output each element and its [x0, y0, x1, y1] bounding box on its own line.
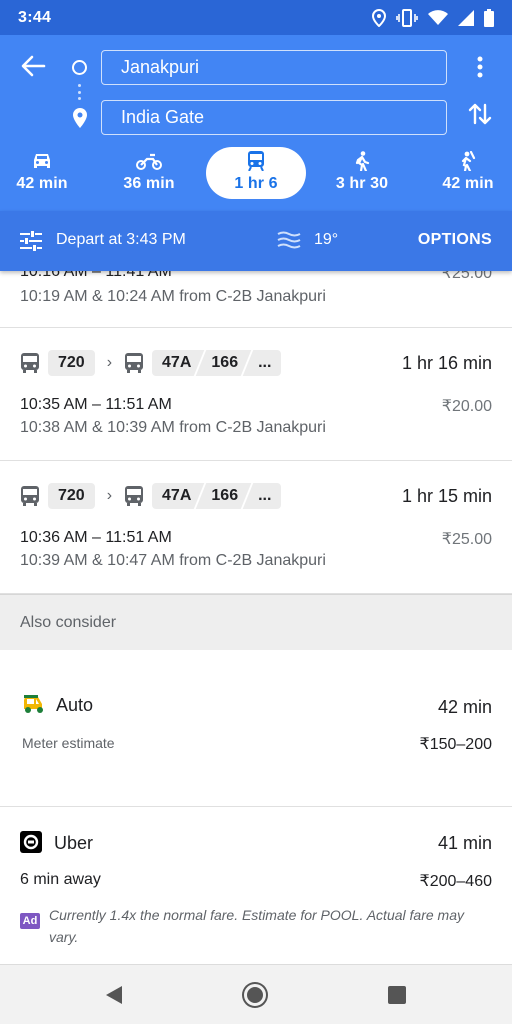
route-price: ₹25.00	[441, 531, 492, 548]
ad-badge: Ad	[20, 913, 40, 929]
more-vert-icon[interactable]	[470, 55, 490, 79]
destination-pin-icon	[73, 108, 87, 128]
origin-field[interactable]: Janakpuri	[101, 50, 447, 85]
uber-logo-icon	[20, 831, 42, 853]
route-detail: 10:38 AM & 10:39 AM from C-2B Janakpuri	[20, 419, 326, 436]
nav-recents-icon[interactable]	[388, 986, 406, 1004]
route-detail: 10:39 AM & 10:47 AM from C-2B Janakpuri	[20, 552, 326, 569]
vibrate-icon	[396, 8, 418, 27]
status-bar: 3:44	[0, 0, 512, 35]
transit-icon	[248, 151, 264, 171]
route-connector-dots	[78, 84, 82, 100]
bus-icon	[125, 353, 144, 373]
auto-option[interactable]: Auto 42 min Meter estimate ₹150–200	[0, 650, 512, 807]
route-price: ₹20.00	[441, 398, 492, 415]
route-summary: 720 › 47A 166 ...	[20, 483, 282, 509]
also-consider-heading: Also consider	[0, 594, 512, 650]
uber-time: 41 min	[437, 833, 492, 853]
uber-name: Uber	[54, 833, 94, 853]
tune-icon[interactable]	[20, 231, 42, 251]
route-duration: 1 hr 16 min	[401, 353, 492, 373]
directions-header: Janakpuri India Gate 42 min 36 min 1 hr …	[0, 35, 512, 211]
mode-ride-hailing[interactable]: 42 min	[418, 147, 512, 199]
uber-note: Currently 1.4x the normal fare. Estimate…	[49, 907, 464, 945]
status-icons	[372, 8, 494, 27]
origin-circle-icon	[72, 60, 87, 75]
ride-hailing-icon	[461, 151, 476, 171]
mode-motorcycle[interactable]: 36 min	[99, 147, 199, 199]
depart-time[interactable]: Depart at 3:43 PM	[56, 231, 186, 249]
route-list: 10:16 AM – 11:41 AM ₹25.00 10:19 AM & 10…	[0, 271, 512, 965]
travel-mode-tabs: 42 min 36 min 1 hr 6 3 hr 30 42 min	[0, 147, 512, 199]
bus-icon	[125, 486, 144, 506]
route-times: 10:16 AM – 11:41 AM	[20, 271, 172, 280]
system-nav-bar	[0, 964, 512, 1024]
bus-alternatives-chip: 47A 166 ...	[152, 483, 282, 509]
auto-time: 42 min	[437, 697, 492, 717]
depart-bar: Depart at 3:43 PM 19° OPTIONS	[0, 211, 512, 271]
auto-name: Auto	[56, 695, 94, 715]
status-time: 3:44	[18, 8, 52, 26]
mode-transit[interactable]: 1 hr 6	[206, 147, 306, 199]
route-duration: 1 hr 15 min	[401, 486, 492, 506]
walk-icon	[355, 151, 370, 171]
bus-icon	[21, 353, 39, 373]
route-card[interactable]: 720 › 47A 166 ... 1 hr 15 min 10:36 AM –…	[0, 461, 512, 594]
route-times: 10:36 AM – 11:51 AM	[20, 529, 172, 546]
route-card[interactable]: 10:16 AM – 11:41 AM ₹25.00 10:19 AM & 10…	[0, 271, 512, 328]
back-arrow-icon[interactable]	[18, 51, 48, 81]
destination-field[interactable]: India Gate	[101, 100, 447, 135]
uber-price: ₹200–460	[419, 873, 492, 890]
bus-number-chip: 720	[48, 483, 95, 509]
route-card[interactable]: 720 › 47A 166 ... 1 hr 16 min 10:35 AM –…	[0, 328, 512, 461]
uber-away: 6 min away	[20, 871, 101, 888]
auto-price: ₹150–200	[419, 736, 492, 753]
uber-option[interactable]: Uber 41 min 6 min away ₹200–460 Ad Curre…	[0, 807, 512, 965]
mode-walk[interactable]: 3 hr 30	[312, 147, 412, 199]
car-icon	[34, 154, 50, 168]
signal-icon	[458, 9, 474, 26]
route-summary: 720 › 47A 166 ...	[20, 350, 282, 376]
nav-home-icon[interactable]	[244, 984, 266, 1006]
weather-haze-icon	[277, 231, 301, 249]
mode-drive[interactable]: 42 min	[0, 147, 92, 199]
route-times: 10:35 AM – 11:51 AM	[20, 396, 172, 413]
nav-back-icon[interactable]	[104, 985, 124, 1005]
auto-subtitle: Meter estimate	[22, 735, 115, 751]
bus-icon	[21, 486, 39, 506]
motorcycle-icon	[136, 153, 162, 170]
temperature: 19°	[314, 231, 339, 248]
options-button[interactable]: OPTIONS	[418, 231, 492, 249]
bus-number-chip: 720	[48, 350, 95, 376]
chevron-right-icon: ›	[106, 354, 113, 371]
battery-icon	[484, 8, 494, 27]
auto-rickshaw-icon	[24, 695, 43, 713]
route-detail: 10:19 AM & 10:24 AM from C-2B Janakpuri	[20, 288, 326, 305]
location-icon	[372, 8, 386, 27]
route-price: ₹25.00	[441, 271, 492, 282]
swap-icon[interactable]	[468, 101, 492, 127]
wifi-icon	[428, 9, 448, 25]
bus-alternatives-chip: 47A 166 ...	[152, 350, 282, 376]
chevron-right-icon: ›	[106, 487, 113, 504]
